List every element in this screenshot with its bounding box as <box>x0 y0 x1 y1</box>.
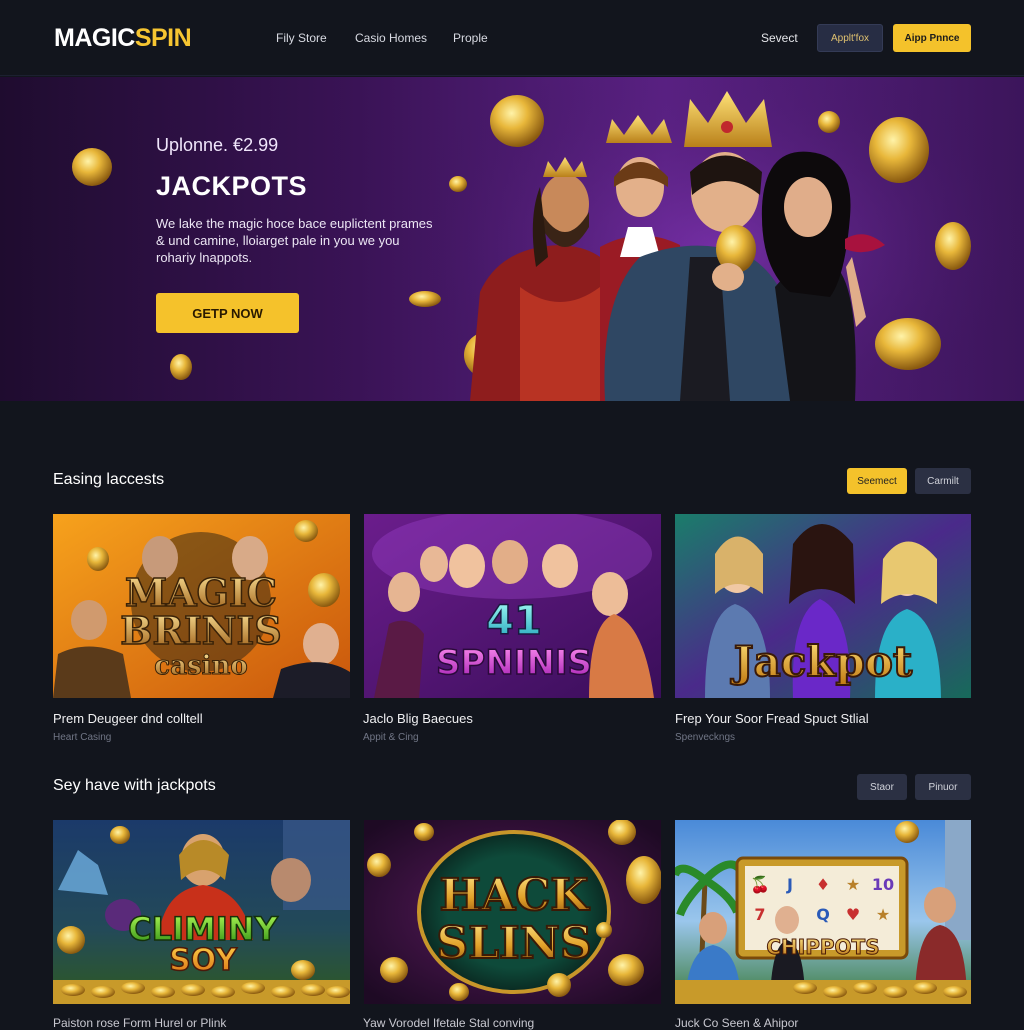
hero-cta-button[interactable]: GETP NOW <box>156 293 299 333</box>
game-thumbnail: MAGIC BRINIS casino <box>53 514 350 698</box>
section1-title: Easing laccests <box>53 471 165 488</box>
section1-secondary-button[interactable]: Carmilt <box>915 468 971 494</box>
svg-text:★: ★ <box>846 875 860 894</box>
game-thumbnail: CLIMINY SOY <box>53 820 350 1004</box>
svg-text:7: 7 <box>754 905 765 924</box>
section2-primary-button[interactable]: Staor <box>857 774 907 800</box>
nav-item-casino-homes[interactable]: Casio Homes <box>355 31 427 45</box>
svg-text:J: J <box>786 875 793 894</box>
card-art-line1: CHIPPOTS <box>766 935 879 959</box>
card-art-line2: BRINIS <box>120 608 281 653</box>
svg-text:Q: Q <box>816 905 830 924</box>
game-card-subtitle: Appit & Cing <box>363 732 419 743</box>
svg-text:♥: ♥ <box>846 905 860 924</box>
svg-text:🍒: 🍒 <box>750 875 770 894</box>
section2-title: Sey have with jackpots <box>53 777 216 794</box>
hero-price: Uplonne. €2.99 <box>156 135 279 155</box>
game-card-climiny-soy[interactable]: CLIMINY SOY <box>53 820 350 1004</box>
svg-text:10: 10 <box>872 875 894 894</box>
card-art-line1: Jackpot <box>730 637 913 686</box>
hero-description: We lake the magic hoce bace euplictent p… <box>156 216 433 265</box>
card-art-line2: SPNINIS <box>436 643 592 683</box>
game-card-title[interactable]: Prem Deugeer dnd colltell <box>53 711 203 726</box>
game-card-subtitle: Spenveckngs <box>675 732 736 743</box>
game-card-subtitle: Heart Casing <box>53 732 112 743</box>
game-thumbnail: 41 SPNINIS <box>364 514 661 698</box>
svg-text:★: ★ <box>876 905 890 924</box>
card-art-line2: SOY <box>169 943 238 978</box>
game-thumbnail: Jackpot <box>675 514 971 698</box>
game-card-title[interactable]: Jaclo Blig Baecues <box>363 711 473 726</box>
hero-banner: Uplonne. €2.99 JACKPOTS We lake the magi… <box>0 77 1024 401</box>
nav-item-people[interactable]: Prople <box>453 31 488 45</box>
header-select-link[interactable]: Sevect <box>761 31 798 45</box>
header-secondary-button[interactable]: Applt'fox <box>817 24 883 52</box>
section1-primary-button[interactable]: Seemect <box>847 468 907 494</box>
game-card-jackpot[interactable]: Jackpot <box>675 514 972 698</box>
brand-logo[interactable]: MAGICSPIN <box>54 24 192 53</box>
game-card-title[interactable]: Juck Co Seen & Ahipor <box>675 1016 798 1030</box>
brand-logo-part1: MAGIC <box>54 24 135 52</box>
game-card-magic-brinis[interactable]: MAGIC BRINIS casino <box>53 514 350 698</box>
card-art-line2: SLINS <box>436 918 591 969</box>
svg-text:♦: ♦ <box>816 875 830 894</box>
game-card-title[interactable]: Frep Your Soor Fread Spuct Stlial <box>675 711 869 726</box>
card-art-line1: HACK <box>440 870 591 921</box>
game-thumbnail: HACK SLINS <box>364 820 661 1004</box>
section2-secondary-button[interactable]: Pinuor <box>915 774 971 800</box>
card-art-line1: 41 <box>486 598 542 644</box>
hero-illustration <box>72 77 1024 401</box>
top-navbar: MAGICSPIN Fily Store Casio Homes Prople … <box>0 0 1024 76</box>
game-card-chippots[interactable]: 🍒 J ♦ ★ 10 7 ♣ Q ♥ ★ CHIPPOTS <box>675 820 972 1004</box>
game-card-title[interactable]: Yaw Vorodel Ifetale Stal conving <box>363 1016 534 1030</box>
game-thumbnail: 🍒 J ♦ ★ 10 7 ♣ Q ♥ ★ CHIPPOTS <box>675 820 971 1004</box>
brand-logo-part2: SPIN <box>134 24 192 52</box>
header-primary-button[interactable]: Aipp Pnnce <box>893 24 971 52</box>
game-card-hack-slins[interactable]: HACK SLINS <box>364 820 661 1004</box>
card-art-line3: casino <box>154 651 247 681</box>
game-card-title[interactable]: Paiston rose Form Hurel or Plink <box>53 1016 226 1030</box>
game-card-spninis[interactable]: 41 SPNINIS <box>364 514 661 698</box>
hero-title: JACKPOTS <box>156 171 308 201</box>
nav-item-store[interactable]: Fily Store <box>276 31 327 45</box>
